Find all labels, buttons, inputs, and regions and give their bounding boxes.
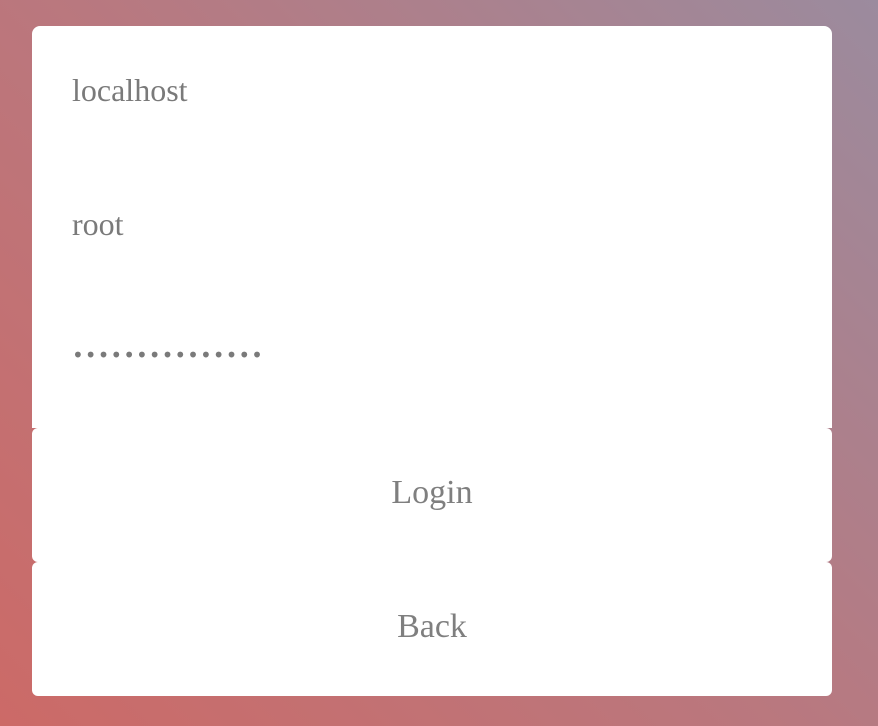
host-input[interactable]: [32, 26, 832, 160]
back-button[interactable]: Back: [32, 562, 832, 696]
login-form: Login Back: [32, 26, 832, 696]
login-button[interactable]: Login: [32, 428, 832, 562]
password-input[interactable]: [32, 294, 832, 428]
username-input[interactable]: [32, 160, 832, 294]
